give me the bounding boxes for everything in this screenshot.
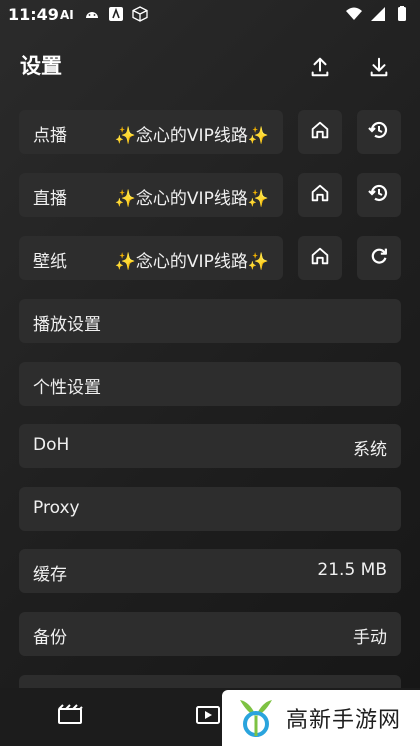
svg-text:AI: AI	[60, 8, 74, 22]
signal-icon	[370, 6, 386, 22]
live-line-name: ✨念心的VIP线路✨	[114, 189, 269, 209]
backup-label: 备份	[33, 628, 67, 648]
wifi-icon	[346, 6, 362, 22]
doh-row[interactable]: DoH 系统	[19, 424, 401, 468]
upload-icon	[309, 56, 331, 82]
battery-icon	[394, 6, 410, 22]
status-time: 11:49	[8, 5, 59, 24]
vod-history-button[interactable]	[357, 110, 401, 154]
backup-row[interactable]: 备份 手动	[19, 612, 401, 656]
history-icon	[367, 118, 391, 146]
wallpaper-home-button[interactable]	[298, 236, 342, 280]
status-bar: 11:49 AI	[0, 0, 420, 28]
page-header: 设置	[0, 44, 420, 92]
history-icon	[367, 181, 391, 209]
backup-value: 手动	[353, 628, 387, 648]
vod-label: 点播	[33, 126, 67, 146]
upload-button[interactable]	[305, 54, 335, 84]
vod-home-button[interactable]	[298, 110, 342, 154]
nav-film-button[interactable]	[55, 702, 85, 732]
home-icon	[309, 245, 331, 271]
proxy-row[interactable]: Proxy	[19, 487, 401, 531]
proxy-label: Proxy	[33, 498, 80, 518]
download-button[interactable]	[364, 54, 394, 84]
play-icon	[195, 704, 221, 730]
watermark: 高新手游网	[222, 690, 420, 746]
home-icon	[309, 182, 331, 208]
page-title: 设置	[20, 54, 62, 78]
playback-settings-label: 播放设置	[33, 315, 101, 335]
nav-play-button[interactable]	[193, 702, 223, 732]
wallpaper-line-name: ✨念心的VIP线路✨	[114, 252, 269, 272]
cache-value: 21.5 MB	[317, 560, 387, 580]
doh-value: 系统	[353, 440, 387, 460]
playback-settings-row[interactable]: 播放设置	[19, 299, 401, 343]
partial-row	[19, 675, 401, 688]
refresh-icon	[368, 245, 390, 271]
personal-settings-row[interactable]: 个性设置	[19, 362, 401, 406]
download-icon	[368, 56, 390, 82]
film-icon	[57, 704, 83, 730]
cache-row[interactable]: 缓存 21.5 MB	[19, 549, 401, 593]
personal-settings-label: 个性设置	[33, 378, 101, 398]
cache-label: 缓存	[33, 565, 67, 585]
android-icon	[84, 6, 100, 22]
live-source-row[interactable]: 直播 ✨念心的VIP线路✨	[19, 173, 283, 217]
live-label: 直播	[33, 189, 67, 209]
vod-source-row[interactable]: 点播 ✨念心的VIP线路✨	[19, 110, 283, 154]
wallpaper-refresh-button[interactable]	[357, 236, 401, 280]
wallpaper-label: 壁纸	[33, 252, 67, 272]
live-home-button[interactable]	[298, 173, 342, 217]
watermark-logo-icon	[236, 696, 276, 740]
a-icon	[108, 6, 124, 22]
watermark-text: 高新手游网	[286, 708, 402, 733]
vod-line-name: ✨念心的VIP线路✨	[114, 126, 269, 146]
home-icon	[309, 119, 331, 145]
doh-label: DoH	[33, 435, 70, 455]
ai-icon: AI	[60, 6, 76, 22]
cube-icon	[132, 6, 148, 22]
live-history-button[interactable]	[357, 173, 401, 217]
wallpaper-source-row[interactable]: 壁纸 ✨念心的VIP线路✨	[19, 236, 283, 280]
